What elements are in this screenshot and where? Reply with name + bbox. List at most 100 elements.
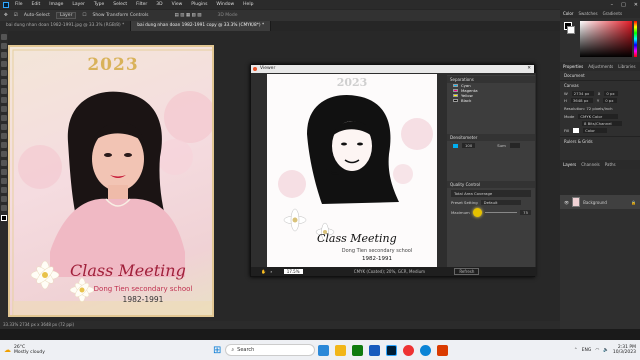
tab-rgb-document[interactable]: bai dung nhan doan 1982-1991.jpg @ 33.3%… [0,21,132,31]
background-color-swatch[interactable] [567,26,575,34]
taskbar-clock[interactable]: 2:31 PM 10/3/2023 [613,345,636,355]
taskbar-search[interactable]: ⌕ Search [225,344,316,356]
menu-image[interactable]: Image [49,2,63,7]
viewer-preview-image[interactable]: 2023 Class Meeting Dong Tien secondary s… [267,74,437,268]
pen-tool-icon[interactable] [1,160,7,166]
zoom-field[interactable]: 17.5% [283,269,303,274]
zoom-tool-icon[interactable] [1,205,7,211]
menu-select[interactable]: Select [113,2,127,7]
visibility-eye-icon[interactable]: 👁 [564,200,569,205]
menu-window[interactable]: Window [216,2,234,7]
tab-layers[interactable]: Layers [563,162,576,167]
stamp-tool-icon[interactable] [1,106,7,112]
menu-type[interactable]: Type [94,2,104,7]
menu-layer[interactable]: Layer [72,2,85,7]
fill-select[interactable]: Color [583,128,608,133]
quality-control-title[interactable]: Quality Control [447,181,535,188]
zalo-icon[interactable] [420,344,432,356]
refresh-button[interactable]: Refresh [454,268,480,275]
coverage-select[interactable]: Total Area Coverage [451,190,531,197]
magic-wand-tool-icon[interactable] [1,61,7,67]
maximize-icon[interactable]: □ [621,2,626,8]
auto-select-checkbox[interactable]: ☑ [14,13,18,18]
type-tool-icon[interactable] [1,169,7,175]
wifi-icon[interactable]: ◠ [595,348,599,353]
file-explorer-icon[interactable] [335,344,347,356]
lasso-tool-icon[interactable] [1,52,7,58]
menu-file[interactable]: File [15,2,23,7]
move-tool-icon[interactable]: ✥ [4,13,8,18]
viewer-titlebar[interactable]: Viewer ✕ [251,65,534,73]
zoom-tool-icon[interactable]: ⌕ [270,269,272,274]
tab-color[interactable]: Color [563,11,573,16]
color-picker-field[interactable] [580,21,632,57]
mode-select[interactable]: CMYK Color [578,114,619,119]
excel-icon[interactable] [352,344,364,356]
preset-select[interactable]: Default [480,200,521,205]
hand-tool-icon[interactable]: ✋ [261,269,266,274]
canvas-section-title: Canvas [560,80,640,90]
layer-select[interactable]: Layer [55,12,77,19]
eraser-tool-icon[interactable] [1,124,7,130]
menu-view[interactable]: View [172,2,183,7]
path-select-tool-icon[interactable] [1,178,7,184]
language-indicator[interactable]: ENG [582,348,592,353]
word-icon[interactable] [369,344,381,356]
dodge-tool-icon[interactable] [1,151,7,157]
menu-3d[interactable]: 3D [156,2,162,7]
layer-row-background[interactable]: 👁 Background 🔒 [560,195,640,209]
poster-document[interactable]: 2023 Class Meeting Dong Tien secondary s… [8,45,214,317]
maximum-slider[interactable] [484,212,518,213]
tab-libraries[interactable]: Libraries [618,64,635,69]
tab-gradients[interactable]: Gradients [603,11,623,16]
densitometer-title[interactable]: Densitometer [447,134,535,141]
canvas-x-field[interactable]: 0 px [604,91,619,96]
transform-checkbox[interactable]: ☐ [82,13,86,18]
chrome-icon[interactable] [403,344,415,356]
canvas-y-field[interactable]: 0 px [603,98,618,103]
menu-edit[interactable]: Edit [32,2,41,7]
tab-channels[interactable]: Channels [581,162,600,167]
search-icon: ⌕ [231,347,235,353]
fill-color-swatch[interactable] [573,128,580,133]
history-brush-icon[interactable] [1,115,7,121]
tab-swatches[interactable]: Swatches [578,11,597,16]
minimize-icon[interactable]: – [611,2,614,8]
app-icon[interactable] [437,344,449,356]
photoshop-taskbar-icon[interactable] [386,344,398,356]
hand-tool-icon[interactable] [1,196,7,202]
tab-adjustments[interactable]: Adjustments [588,64,613,69]
task-view-icon[interactable] [318,344,330,356]
tab-paths[interactable]: Paths [605,162,616,167]
cursor-highlight [472,208,482,217]
align-icons[interactable]: ▤ ▥ ▦ ▧ ▨ [174,13,201,18]
volume-icon[interactable]: 🔈 [603,348,609,353]
tray-chevron-icon[interactable]: ⌃ [574,348,578,353]
tab-cmyk-document[interactable]: bai dung nhan doan 1982-1991 copy @ 33.3… [131,21,272,31]
hue-slider[interactable] [634,21,637,57]
crop-tool-icon[interactable] [1,70,7,76]
shape-tool-icon[interactable] [1,187,7,193]
gradient-tool-icon[interactable] [1,133,7,139]
menu-help[interactable]: Help [243,2,253,7]
maximum-value-field[interactable]: 75 [520,210,531,215]
rulers-grids-title[interactable]: Rulers & Grids [560,136,640,146]
menu-plugins[interactable]: Plugins [191,2,207,7]
weather-widget[interactable]: ☁ 26°C Mostly cloudy [4,345,45,355]
brush-tool-icon[interactable] [1,97,7,103]
separations-title[interactable]: Separations [447,76,535,83]
move-tool-icon[interactable] [1,34,7,40]
menu-filter[interactable]: Filter [136,2,147,7]
healing-tool-icon[interactable] [1,88,7,94]
foreground-color-swatch[interactable] [1,215,7,221]
viewer-close-icon[interactable]: ✕ [527,65,531,73]
bit-depth-select[interactable]: 8 Bits/Channel [582,121,622,126]
eyedropper-tool-icon[interactable] [1,79,7,85]
tab-properties[interactable]: Properties [563,64,583,69]
canvas-height-field[interactable]: 3648 px [570,98,593,103]
canvas-width-field[interactable]: 2734 px [571,91,594,96]
close-icon[interactable]: ✕ [634,2,638,8]
blur-tool-icon[interactable] [1,142,7,148]
marquee-tool-icon[interactable] [1,43,7,49]
windows-start-icon[interactable]: ⊞ [213,345,221,356]
